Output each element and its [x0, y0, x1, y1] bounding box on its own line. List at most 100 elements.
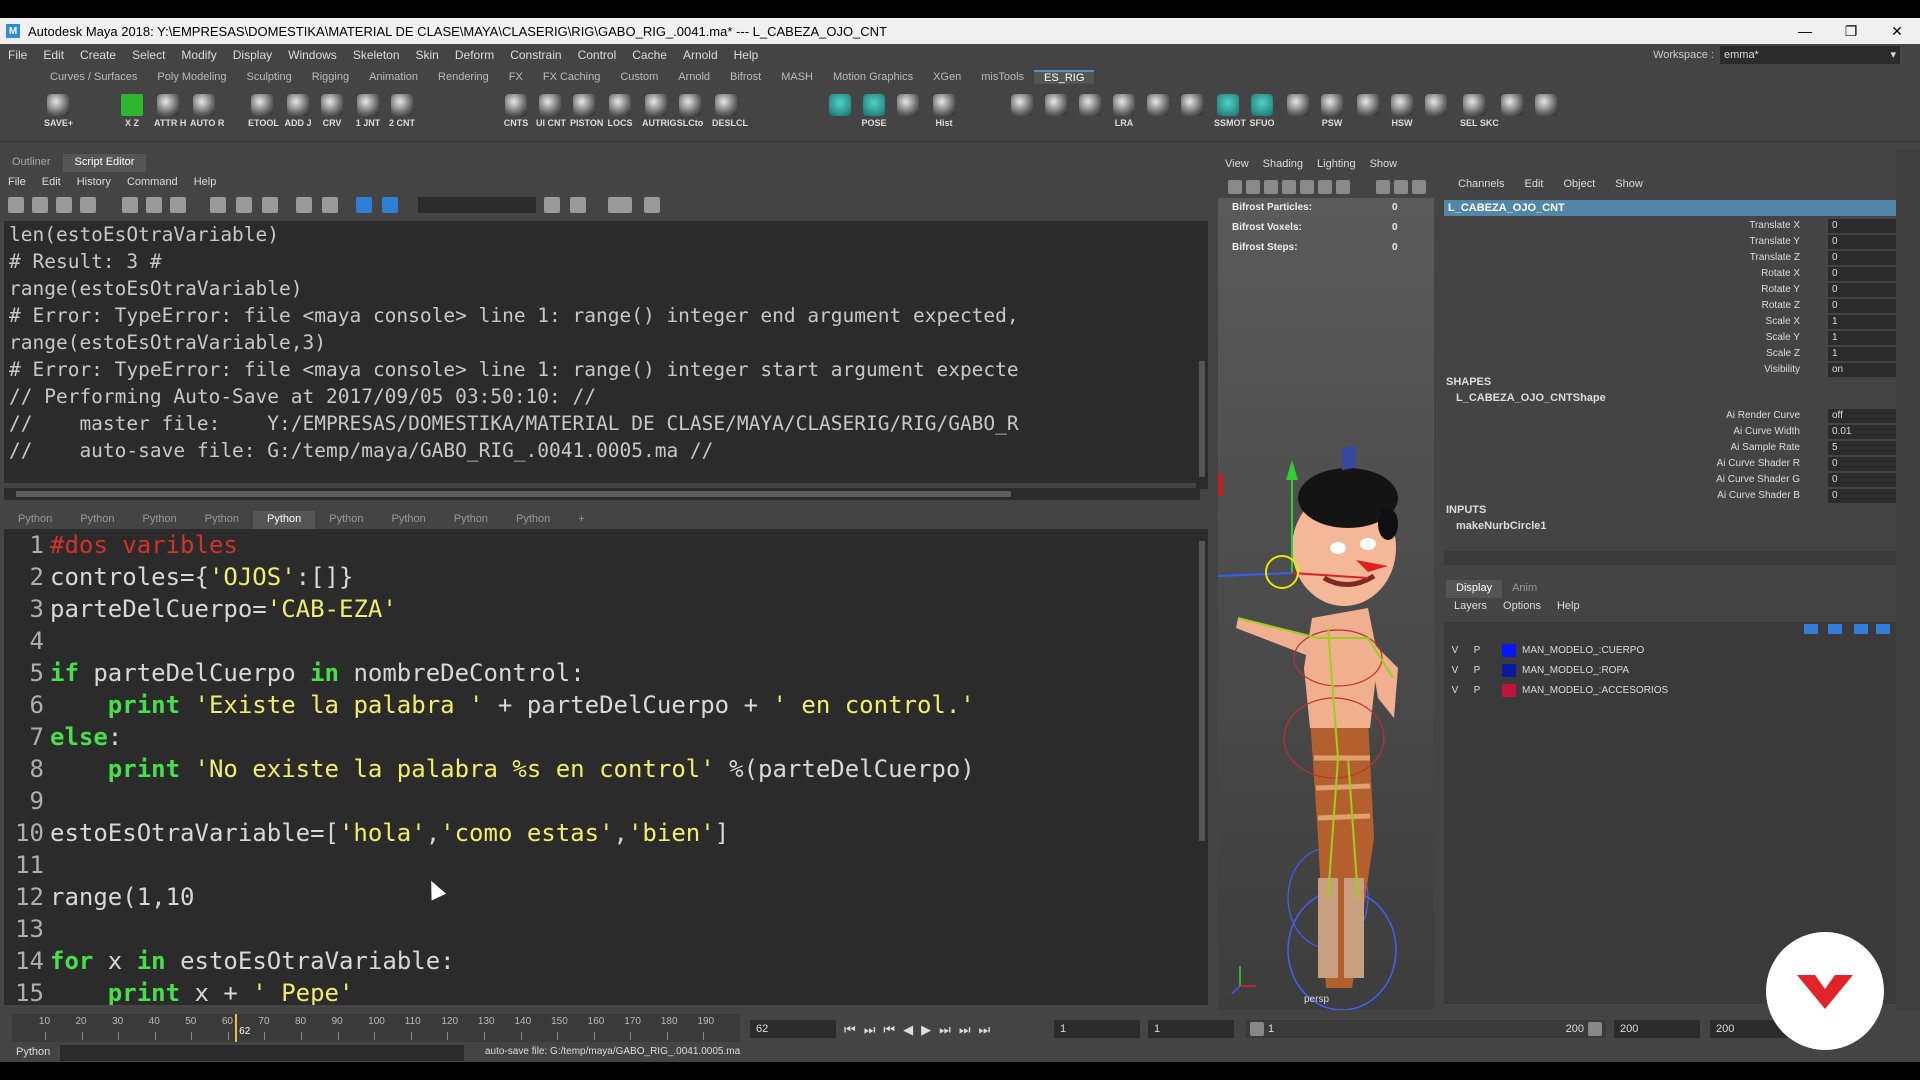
menu-display[interactable]: Display: [225, 48, 280, 62]
shelf-button-tool[interactable]: [1042, 94, 1070, 118]
attribute-value[interactable]: 1: [1828, 315, 1896, 329]
shelf-tab-curves-surfaces[interactable]: Curves / Surfaces: [40, 71, 147, 83]
attribute-value[interactable]: 0: [1828, 473, 1896, 487]
attribute-name[interactable]: Ai Curve Shader B: [1717, 488, 1800, 504]
show-history-icon[interactable]: [296, 197, 312, 213]
shelf-button-deslcl[interactable]: DESLCL: [712, 94, 748, 128]
script-menu-icon[interactable]: [644, 197, 660, 213]
menu-modify[interactable]: Modify: [173, 48, 224, 62]
step-back-frame-icon[interactable]: ⏮: [883, 1022, 895, 1038]
range-slider[interactable]: 1 200: [1246, 1020, 1606, 1038]
menu-cache[interactable]: Cache: [624, 48, 675, 62]
shelf-tab-bifrost[interactable]: Bifrost: [720, 71, 771, 83]
script-menu-command[interactable]: Command: [119, 176, 186, 188]
script-menu-help[interactable]: Help: [186, 176, 225, 188]
bookmark-icon[interactable]: [1264, 180, 1278, 194]
script-history-pane[interactable]: len(estoEsOtraVariable) # Result: 3 # rang…: [4, 221, 1200, 483]
attribute-name[interactable]: Translate Y: [1749, 234, 1800, 250]
textured-icon[interactable]: [1412, 180, 1426, 194]
grid-icon[interactable]: [1300, 180, 1314, 194]
minimize-button[interactable]: —: [1782, 18, 1828, 44]
range-slider-end-handle[interactable]: [1588, 1022, 1602, 1036]
script-input-pane[interactable]: 1 #dos varibles 2 controles={'OJOS':[]} 3 par…: [4, 529, 1196, 1005]
menu-file[interactable]: File: [0, 48, 35, 62]
range-start-field[interactable]: 1: [1054, 1020, 1140, 1038]
viewport-menu-view[interactable]: View: [1218, 158, 1256, 176]
code-tab-python[interactable]: Python: [129, 511, 191, 529]
shelf-button-hist[interactable]: Hist: [930, 94, 958, 128]
attribute-value[interactable]: 0: [1828, 457, 1896, 471]
layer-tab-anim[interactable]: Anim: [1502, 580, 1547, 598]
shelf-tab-mash[interactable]: MASH: [771, 71, 823, 83]
search-icon[interactable]: [544, 197, 560, 213]
add-tab-button[interactable]: +: [564, 511, 598, 529]
shelf-button-tool[interactable]: [1076, 94, 1104, 118]
code-vertical-scrollbar[interactable]: [1196, 529, 1208, 1005]
shelf-button-sel-skc[interactable]: SEL SKC: [1460, 94, 1499, 128]
attribute-name[interactable]: Scale Z: [1766, 346, 1800, 362]
tab-script-editor[interactable]: Script Editor: [62, 154, 147, 172]
image-plane-icon[interactable]: [1282, 180, 1296, 194]
viewport-menu-shading[interactable]: Shading: [1256, 158, 1310, 176]
quick-help-icon[interactable]: [608, 197, 632, 213]
shelf-tab-custom[interactable]: Custom: [610, 71, 668, 83]
shelf-button-ui-cnt[interactable]: UI CNT: [536, 94, 566, 128]
code-tab-python[interactable]: Python: [191, 511, 253, 529]
code-tab-python[interactable]: Python: [4, 511, 66, 529]
layer-menu-options[interactable]: Options: [1495, 600, 1549, 618]
camera-icon[interactable]: [1228, 180, 1242, 194]
range-slider-start-handle[interactable]: [1250, 1022, 1264, 1036]
attribute-name[interactable]: Translate X: [1749, 218, 1800, 234]
viewport-menu-lighting[interactable]: Lighting: [1310, 158, 1363, 176]
show-stack-icon[interactable]: [170, 197, 186, 213]
playback-toggle[interactable]: P: [1466, 645, 1488, 656]
play-forward-icon[interactable]: ▶: [921, 1022, 931, 1038]
code-tab-python[interactable]: Python: [440, 511, 502, 529]
playback-toggle[interactable]: P: [1466, 665, 1488, 676]
layer-row[interactable]: V P MAN_MODELO_:ACCESORIOS: [1444, 680, 1896, 700]
menu-arnold[interactable]: Arnold: [675, 48, 726, 62]
shape-node-name[interactable]: L_CABEZA_OJO_CNTShape: [1456, 392, 1606, 404]
attribute-value[interactable]: 0: [1828, 219, 1896, 233]
smooth-shade-icon[interactable]: [1394, 180, 1408, 194]
line-numbers-icon[interactable]: [146, 197, 162, 213]
shelf-button-cnts[interactable]: CNTS: [502, 94, 530, 128]
clear-all-icon[interactable]: [262, 197, 278, 213]
input-node-name[interactable]: makeNurbCircle1: [1456, 520, 1547, 532]
attribute-value[interactable]: 0: [1828, 267, 1896, 281]
workspace-dropdown[interactable]: emma*: [1720, 46, 1900, 64]
shelf-button-tool[interactable]: [1422, 94, 1450, 118]
script-menu-edit[interactable]: Edit: [34, 176, 69, 188]
shelf-tab-motion-graphics[interactable]: Motion Graphics: [823, 71, 923, 83]
shelf-button-hsw[interactable]: HSW: [1388, 94, 1416, 128]
source-script-icon[interactable]: [32, 197, 48, 213]
attribute-name[interactable]: Visibility: [1764, 362, 1800, 378]
shelf-tab-fx-caching[interactable]: FX Caching: [533, 71, 610, 83]
shelf-button-auto-r[interactable]: AUTO R: [190, 94, 224, 128]
new-layer-selected-icon[interactable]: [1876, 624, 1890, 634]
shelf-button-tool[interactable]: [1144, 94, 1172, 118]
maximize-button[interactable]: ❐: [1828, 18, 1874, 44]
menu-select[interactable]: Select: [124, 48, 173, 62]
play-backward-icon[interactable]: ◀: [903, 1022, 913, 1038]
step-forward-key-icon[interactable]: ⏭: [959, 1022, 971, 1038]
shelf-tab-es-rig[interactable]: ES_RIG: [1034, 70, 1095, 84]
execute-all-icon[interactable]: [356, 197, 372, 213]
shelf-button-tool[interactable]: [1532, 94, 1560, 118]
attribute-name[interactable]: Rotate Y: [1761, 282, 1800, 298]
attribute-value[interactable]: 1: [1828, 347, 1896, 361]
close-button[interactable]: ✕: [1874, 18, 1920, 44]
menu-deform[interactable]: Deform: [447, 48, 502, 62]
open-script-icon[interactable]: [8, 197, 24, 213]
new-layer-icon[interactable]: [1854, 624, 1868, 634]
shelf-button-ssmot[interactable]: SSMOT: [1214, 94, 1246, 128]
layer-row[interactable]: V P MAN_MODELO_:CUERPO: [1444, 640, 1896, 660]
layer-menu-layers[interactable]: Layers: [1446, 600, 1495, 618]
attribute-value[interactable]: 0.01: [1828, 425, 1896, 439]
search-field[interactable]: [418, 197, 536, 213]
tab-outliner[interactable]: Outliner: [0, 154, 63, 172]
attribute-name[interactable]: Rotate X: [1761, 266, 1800, 282]
script-menu-history[interactable]: History: [69, 176, 119, 188]
attribute-name[interactable]: Ai Sample Rate: [1731, 440, 1800, 456]
shelf-tab-sculpting[interactable]: Sculpting: [237, 71, 302, 83]
